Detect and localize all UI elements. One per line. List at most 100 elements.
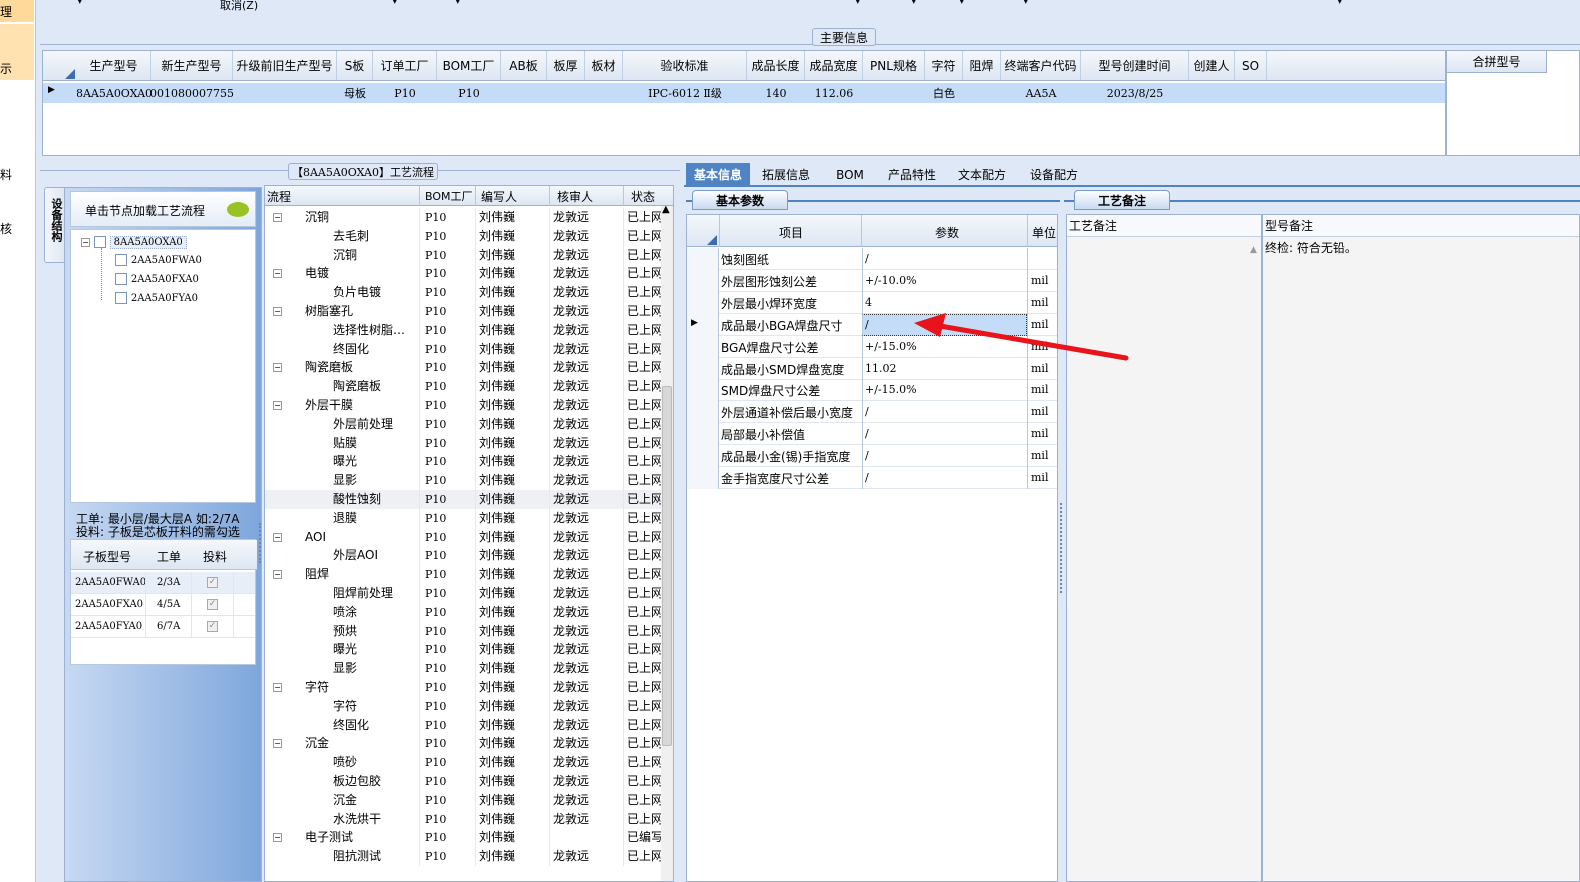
flow-row[interactable]: 曝光 P10 刘伟巍 龙敦远 已上网	[265, 640, 661, 660]
scroll-up-icon[interactable]: ▲	[1250, 245, 1257, 255]
flow-row[interactable]: − 沉铜 P10 刘伟巍 龙敦远 已上网	[265, 208, 661, 227]
flow-row[interactable]: 终固化 P10 刘伟巍 龙敦远 已上网	[265, 339, 661, 359]
feed-checkbox[interactable]: ✓	[207, 577, 218, 588]
col-header-main[interactable]: 验收标准	[623, 51, 747, 80]
col-header-main[interactable]: S板	[337, 51, 373, 80]
col-header-main[interactable]: SO	[1235, 51, 1267, 80]
chevron-down-icon[interactable]: ▾	[1337, 0, 1343, 7]
chevron-down-icon[interactable]: ▾	[911, 0, 917, 7]
sub-board-row[interactable]: 2AA5A0FWA0 2/3A ✓	[71, 572, 255, 594]
splitter-handle[interactable]	[259, 523, 262, 563]
flow-row[interactable]: 阻焊前处理 P10 刘伟巍 龙敦远 已上网	[265, 584, 661, 603]
tree-collapse-icon[interactable]: −	[273, 269, 282, 279]
cancel-button[interactable]: 取消(Z)	[220, 0, 258, 13]
flow-row[interactable]: 去毛刺 P10 刘伟巍 龙敦远 已上网	[265, 226, 661, 246]
flow-row[interactable]: − 电镀 P10 刘伟巍 龙敦远 已上网	[265, 264, 661, 284]
tree-collapse-icon[interactable]: −	[273, 401, 282, 410]
param-row[interactable]: 局部最小补偿值 / mil	[687, 423, 1057, 446]
col-header-main[interactable]: 生产型号	[77, 51, 151, 80]
flow-row[interactable]: 显影 P10 刘伟巍 龙敦远 已上网	[265, 659, 661, 679]
param-value-cell[interactable]	[862, 248, 1027, 270]
tab-right-3[interactable]: 产品特性	[878, 163, 946, 187]
flow-row[interactable]: − 阻焊 P10 刘伟巍 龙敦远 已上网	[265, 565, 661, 585]
param-row[interactable]: 外层通道补偿后最小宽度 / mil	[687, 401, 1057, 424]
tree-collapse-icon[interactable]: −	[81, 238, 90, 247]
col-header-main[interactable]: PNL规格	[863, 51, 925, 80]
flow-row[interactable]: − 陶瓷磨板 P10 刘伟巍 龙敦远 已上网	[265, 358, 661, 378]
flow-row[interactable]: 阻抗测试 P10 刘伟巍 龙敦远 已上网	[265, 847, 661, 867]
col-header-main[interactable]: 阻焊	[963, 51, 1001, 80]
splitter-handle[interactable]	[1060, 503, 1063, 593]
param-row[interactable]: 成品最小金(锡)手指宽度 / mil	[687, 445, 1057, 468]
tree-collapse-icon[interactable]: −	[273, 213, 282, 222]
flow-row[interactable]: 板边包胶 P10 刘伟巍 龙敦远 已上网	[265, 772, 661, 791]
scroll-thumb[interactable]	[662, 386, 672, 746]
flow-row[interactable]: 字符 P10 刘伟巍 龙敦远 已上网	[265, 696, 661, 716]
col-header-main[interactable]: 型号创建时间	[1081, 51, 1189, 80]
flow-row[interactable]: − 字符 P10 刘伟巍 龙敦远 已上网	[265, 678, 661, 697]
tree-root[interactable]: − 8AA5A0OXA0	[81, 234, 187, 250]
flow-row[interactable]: 负片电镀 P10 刘伟巍 龙敦远 已上网	[265, 283, 661, 303]
chevron-down-icon[interactable]: ▾	[455, 0, 461, 7]
tab-right-1[interactable]: 拓展信息	[750, 163, 822, 187]
tree-child[interactable]: 2AA5A0FXA0	[115, 271, 199, 285]
chevron-down-icon[interactable]: ▾	[855, 0, 861, 7]
param-row[interactable]: 外层图形蚀刻公差 +/-10.0% mil	[687, 269, 1057, 292]
col-header-main[interactable]: 创建人	[1189, 51, 1235, 80]
flow-row[interactable]: 喷砂 P10 刘伟巍 龙敦远 已上网	[265, 753, 661, 773]
flow-row[interactable]: 酸性蚀刻 P10 刘伟巍 龙敦远 已上网	[265, 490, 661, 509]
flow-row[interactable]: − 树脂塞孔 P10 刘伟巍 龙敦远 已上网	[265, 302, 661, 321]
flow-row[interactable]: − 电子测试 P10 刘伟巍 已编写	[265, 828, 661, 848]
flow-row[interactable]: 沉铜 P10 刘伟巍 龙敦远 已上网	[265, 245, 661, 265]
col-header-main[interactable]: 板厚	[547, 51, 585, 80]
param-value-cell[interactable]	[862, 467, 1027, 489]
flow-row[interactable]: 水洗烘干 P10 刘伟巍 龙敦远 已上网	[265, 809, 661, 829]
param-row[interactable]: SMD焊盘尺寸公差 +/-15.0% mil	[687, 379, 1057, 402]
col-header-main[interactable]: 字符	[925, 51, 963, 80]
tree-collapse-icon[interactable]: −	[273, 363, 282, 373]
remarks-title[interactable]: 工艺备注	[1074, 190, 1170, 210]
flow-row[interactable]: 喷涂 P10 刘伟巍 龙敦远 已上网	[265, 602, 661, 622]
flow-row[interactable]: 沉金 P10 刘伟巍 龙敦远 已上网	[265, 790, 661, 810]
basic-params-title[interactable]: 基本参数	[692, 190, 788, 210]
col-header-main[interactable]: AB板	[501, 51, 547, 80]
chevron-down-icon[interactable]: ▾	[1023, 0, 1029, 7]
model-remark-box[interactable]: 型号备注 终检: 符合无铅。	[1262, 214, 1580, 882]
feed-checkbox[interactable]: ✓	[207, 621, 218, 632]
flow-row[interactable]: 退膜 P10 刘伟巍 龙敦远 已上网	[265, 508, 661, 528]
col-header-main[interactable]: 升级前旧生产型号	[233, 51, 337, 80]
sub-board-row[interactable]: 2AA5A0FYA0 6/7A ✓	[71, 616, 255, 638]
chevron-down-icon[interactable]: ▾	[77, 0, 83, 7]
flow-row[interactable]: − 外层干膜 P10 刘伟巍 龙敦远 已上网	[265, 396, 661, 415]
flow-row[interactable]: 显影 P10 刘伟巍 龙敦远 已上网	[265, 471, 661, 491]
flow-row[interactable]: 终固化 P10 刘伟巍 龙敦远 已上网	[265, 715, 661, 735]
tree-child[interactable]: 2AA5A0FWA0	[115, 252, 202, 266]
flow-row[interactable]: 外层前处理 P10 刘伟巍 龙敦远 已上网	[265, 414, 661, 434]
flow-row[interactable]: − 沉金 P10 刘伟巍 龙敦远 已上网	[265, 734, 661, 754]
tree-collapse-icon[interactable]: −	[273, 683, 282, 692]
tree-collapse-icon[interactable]: −	[273, 833, 282, 843]
col-header-main[interactable]: 成品长度	[747, 51, 805, 80]
col-header-main[interactable]: 新生产型号	[151, 51, 233, 80]
tab-right-0[interactable]: 基本信息	[686, 163, 750, 187]
chevron-down-icon[interactable]: ▾	[959, 0, 965, 7]
col-header-main[interactable]: BOM工厂	[437, 51, 501, 80]
flow-row[interactable]: 曝光 P10 刘伟巍 龙敦远 已上网	[265, 452, 661, 472]
tree-collapse-icon[interactable]: −	[273, 570, 282, 580]
tree-collapse-icon[interactable]: −	[273, 307, 282, 316]
flow-row[interactable]: − AOI P10 刘伟巍 龙敦远 已上网	[265, 527, 661, 547]
col-header-main[interactable]: 订单工厂	[373, 51, 437, 80]
flow-row[interactable]: 陶瓷磨板 P10 刘伟巍 龙敦远 已上网	[265, 377, 661, 397]
tab-right-2[interactable]: BOM	[822, 163, 878, 187]
tab-right-4[interactable]: 文本配方	[946, 163, 1018, 187]
flow-row[interactable]: 预烘 P10 刘伟巍 龙敦远 已上网	[265, 621, 661, 641]
col-header-main[interactable]: 成品宽度	[805, 51, 863, 80]
flow-row[interactable]: 外层AOI P10 刘伟巍 龙敦远 已上网	[265, 546, 661, 566]
scroll-up-icon[interactable]: ▲	[662, 204, 670, 215]
tree-collapse-icon[interactable]: −	[273, 532, 282, 542]
feed-checkbox[interactable]: ✓	[207, 599, 218, 610]
chevron-down-icon[interactable]: ▾	[392, 0, 398, 7]
param-value-cell[interactable]	[862, 423, 1027, 446]
col-header-main[interactable]: 终端客户代码	[1001, 51, 1081, 80]
col-header-main[interactable]: 板材	[585, 51, 623, 80]
